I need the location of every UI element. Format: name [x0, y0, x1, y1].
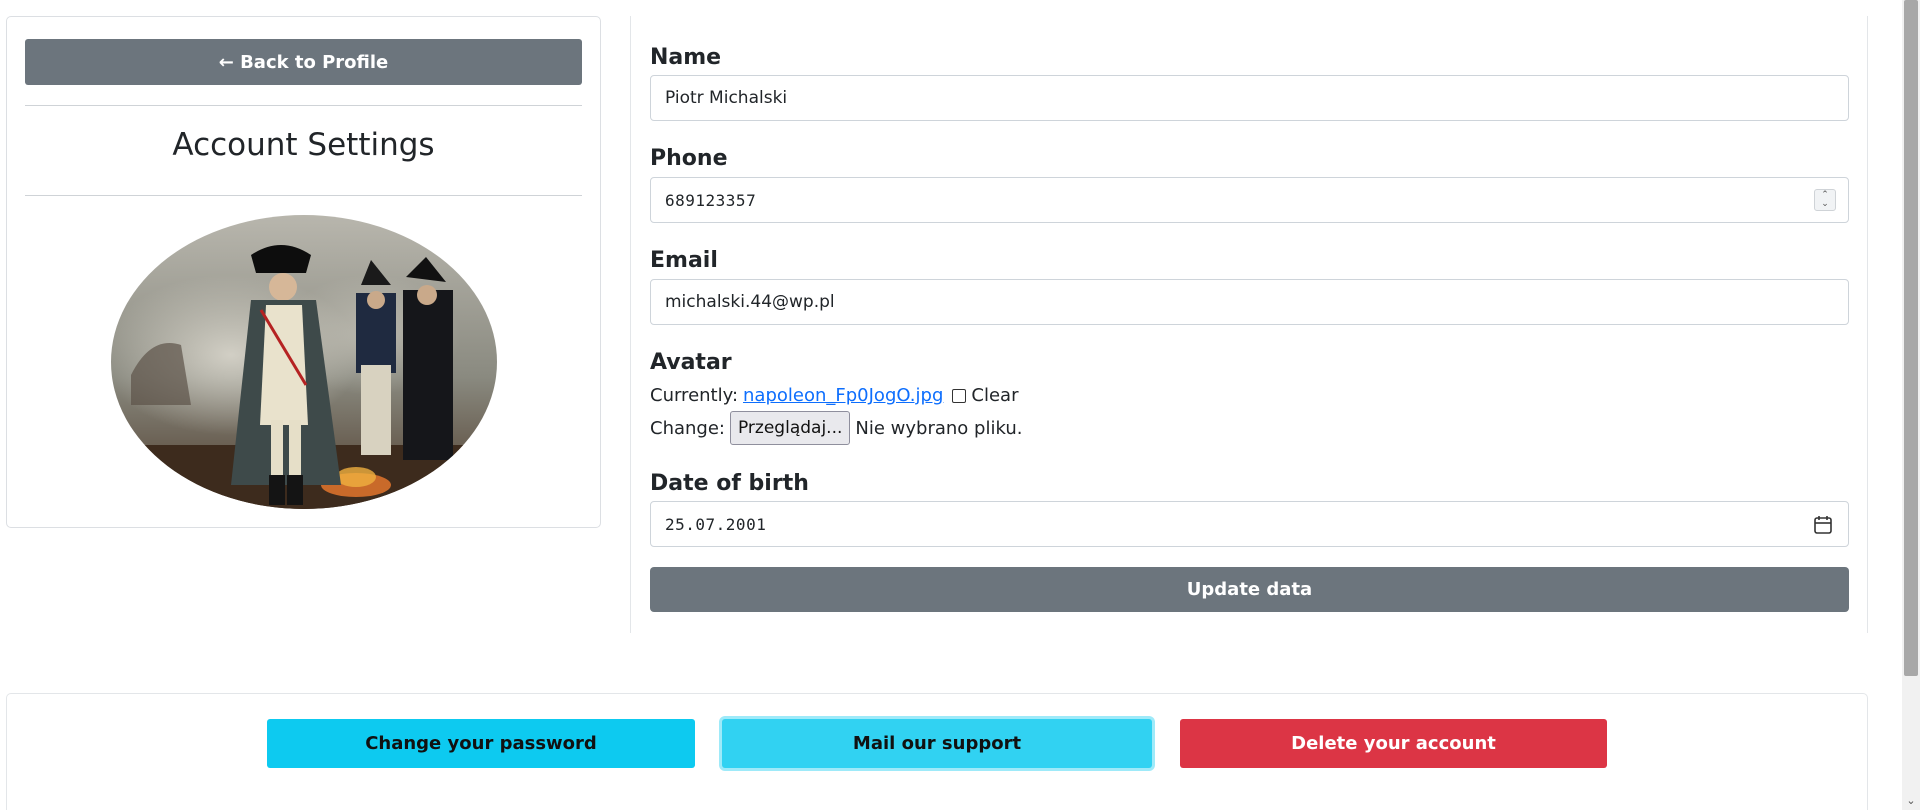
page-title: Account Settings: [172, 127, 435, 163]
scrollbar-thumb[interactable]: [1904, 0, 1918, 676]
change-password-label: Change your password: [365, 733, 597, 754]
email-input[interactable]: [665, 292, 1834, 312]
avatar-current-row: Currently: napoleon_Fp0JogO.jpg Clear: [650, 385, 1018, 406]
number-spinner-icon[interactable]: ⌃ ⌄: [1814, 189, 1836, 211]
change-password-button[interactable]: Change your password: [267, 719, 695, 768]
phone-field[interactable]: ⌃⌄: [650, 177, 1849, 223]
delete-account-button[interactable]: Delete your account: [1180, 719, 1607, 768]
name-label: Name: [650, 45, 722, 70]
change-text: Change:: [650, 417, 725, 439]
delete-account-label: Delete your account: [1291, 733, 1496, 754]
currently-text: Currently:: [650, 385, 739, 406]
mail-support-button[interactable]: Mail our support: [722, 719, 1152, 768]
avatar-label: Avatar: [650, 350, 732, 375]
avatar-card: ← Back to Profile Account Settings: [6, 16, 601, 528]
avatar-change-row: Change: Przeglądaj... Nie wybrano pliku.: [650, 411, 1022, 445]
phone-label: Phone: [650, 146, 728, 171]
divider: [25, 195, 582, 196]
no-file-text: Nie wybrano pliku.: [855, 417, 1023, 439]
name-field[interactable]: [650, 75, 1849, 121]
avatar-image: [111, 215, 497, 509]
clear-checkbox[interactable]: [952, 388, 967, 403]
page-scrollbar[interactable]: ⌄: [1902, 0, 1920, 810]
update-data-label: Update data: [1186, 579, 1313, 600]
name-input[interactable]: [665, 88, 1834, 108]
divider: [25, 105, 582, 106]
mail-support-label: Mail our support: [852, 733, 1022, 754]
email-label: Email: [650, 248, 718, 273]
clear-text: Clear: [971, 385, 1019, 406]
back-to-profile-button[interactable]: ← Back to Profile: [25, 39, 582, 85]
back-to-profile-label: ← Back to Profile: [218, 51, 389, 73]
dob-label: Date of birth: [650, 471, 809, 496]
current-avatar-link[interactable]: napoleon_Fp0JogO.jpg: [743, 385, 943, 406]
dob-input[interactable]: [665, 514, 1834, 534]
calendar-icon[interactable]: [1812, 514, 1834, 536]
dob-field[interactable]: [650, 501, 1849, 547]
update-data-button[interactable]: Update data: [650, 567, 1849, 612]
email-field[interactable]: [650, 279, 1849, 325]
browse-file-button[interactable]: Przeglądaj...: [729, 411, 851, 445]
phone-input[interactable]: [665, 190, 1834, 210]
scroll-down-icon[interactable]: ⌄: [1904, 794, 1918, 808]
